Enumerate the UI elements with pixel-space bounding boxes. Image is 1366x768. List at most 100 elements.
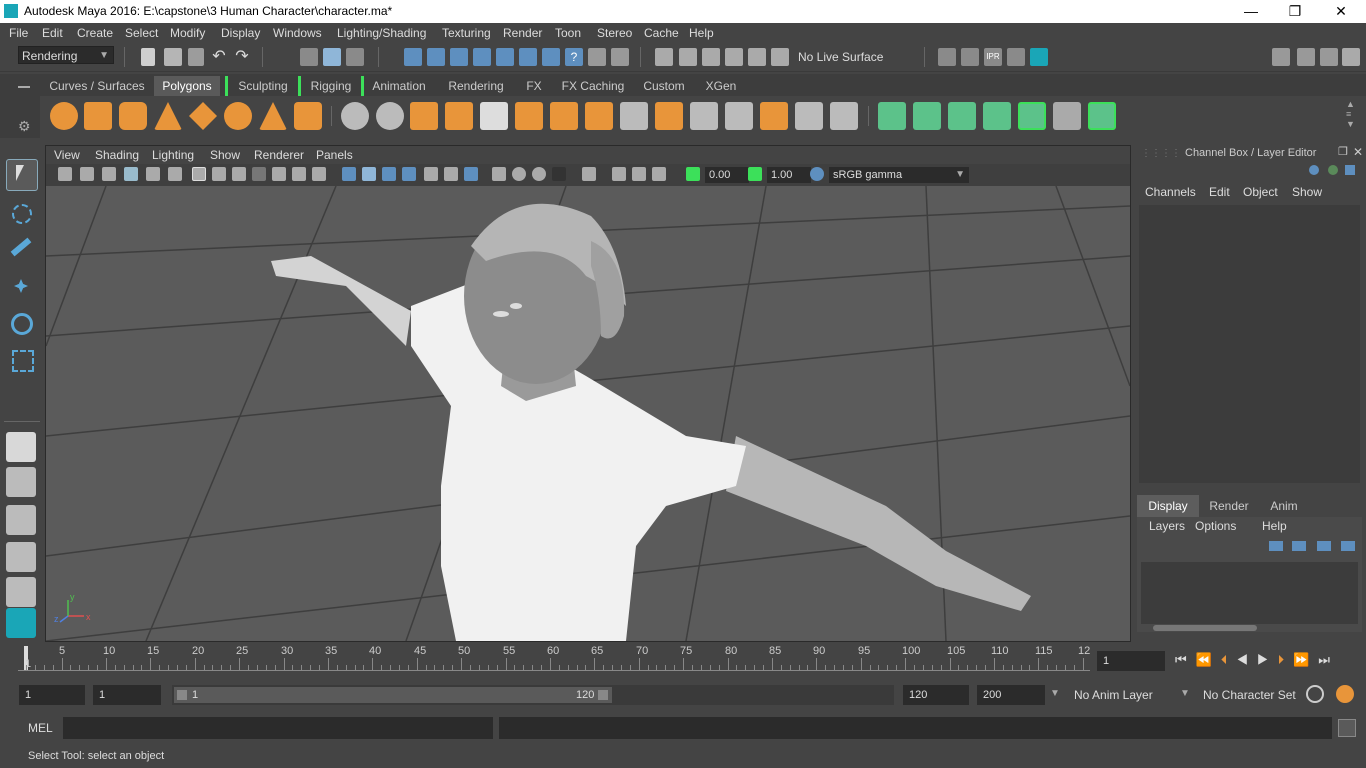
use-all-lights-icon[interactable] <box>424 167 438 181</box>
channel-box-toggle-icon[interactable] <box>1342 48 1360 66</box>
animation-end-field[interactable]: 200 <box>977 685 1045 705</box>
film-gate-icon[interactable] <box>212 167 226 181</box>
step-back-frame-icon[interactable]: ⏴ <box>1221 652 1237 667</box>
camera-attributes-icon[interactable] <box>80 167 94 181</box>
poly-sphere-icon[interactable] <box>50 102 78 130</box>
channel-list[interactable] <box>1139 205 1360 483</box>
xray-joints-icon[interactable] <box>612 167 626 181</box>
panel-drag-handle-icon[interactable]: ⋮⋮⋮⋮ <box>1141 148 1181 159</box>
move-layer-down-icon[interactable] <box>1292 541 1306 551</box>
isolate-select-icon[interactable] <box>552 167 566 181</box>
snap-to-grid-icon[interactable] <box>404 48 422 66</box>
script-language-toggle[interactable]: MEL <box>28 721 53 735</box>
render-view-icon[interactable] <box>1007 48 1025 66</box>
menu-file[interactable]: File <box>9 26 28 40</box>
float-panel-icon[interactable]: ❐ <box>1338 145 1348 158</box>
play-forward-icon[interactable]: ▶ <box>1257 652 1278 667</box>
snap-grid-icon[interactable] <box>655 48 673 66</box>
paint-select-tool-icon[interactable] <box>6 234 36 264</box>
poly-cube-icon[interactable] <box>84 102 112 130</box>
gamma-field[interactable]: 1.00 <box>767 167 811 183</box>
menu-modify[interactable]: Modify <box>170 26 205 40</box>
attribute-editor-icon[interactable] <box>1328 165 1338 175</box>
insert-edge-loop-icon[interactable] <box>725 102 753 130</box>
options-menu[interactable]: Options <box>1195 519 1236 533</box>
make-live-icon[interactable] <box>496 48 514 66</box>
viewport-menu-show[interactable]: Show <box>210 148 240 162</box>
boolean-icon[interactable] <box>480 102 508 130</box>
gate-mask-icon[interactable] <box>252 167 266 181</box>
move-tool-icon[interactable] <box>6 271 36 301</box>
automatic-mapping-icon[interactable] <box>983 102 1011 130</box>
append-to-polygon-icon[interactable] <box>620 102 648 130</box>
extrude-icon[interactable] <box>550 102 578 130</box>
target-weld-icon[interactable] <box>760 102 788 130</box>
poly-pyramid-icon[interactable] <box>259 102 287 130</box>
menu-help[interactable]: Help <box>689 26 714 40</box>
menuset-dropdown[interactable]: Rendering ▼ <box>18 46 114 64</box>
checker-icon[interactable] <box>1053 102 1081 130</box>
tab-fx-caching[interactable]: FX Caching <box>556 76 630 96</box>
persp-outliner-icon[interactable] <box>6 505 36 535</box>
camera-select-icon[interactable] <box>58 167 72 181</box>
tool-settings-icon[interactable] <box>1320 48 1338 66</box>
go-to-end-icon[interactable]: ⏭ <box>1318 652 1339 667</box>
two-d-pan-zoom-icon[interactable] <box>146 167 160 181</box>
menu-icon[interactable] <box>18 86 30 88</box>
textured-icon[interactable] <box>402 167 416 181</box>
perspective-viewport[interactable]: View Shading Lighting Show Renderer Pane… <box>45 145 1131 642</box>
poly-torus-icon[interactable] <box>224 102 252 130</box>
edit-menu[interactable]: Edit <box>1209 185 1230 199</box>
wireframe-on-shaded-icon[interactable] <box>382 167 396 181</box>
playback-end-field[interactable]: 120 <box>903 685 969 705</box>
restore-button[interactable]: ❐ <box>1272 0 1318 23</box>
gear-icon[interactable]: ⚙ <box>18 118 31 135</box>
exposure-field[interactable]: 0.00 <box>705 167 749 183</box>
persp-graph-icon[interactable] <box>6 542 36 572</box>
step-forward-key-icon[interactable]: ⏩ <box>1293 652 1318 667</box>
help-menu[interactable]: Help <box>1262 519 1287 533</box>
tab-render[interactable]: Render <box>1199 495 1259 517</box>
tab-animation[interactable]: Animation <box>364 76 434 96</box>
tab-sculpting[interactable]: Sculpting <box>225 76 301 96</box>
poly-cylinder-icon[interactable] <box>119 102 147 130</box>
tab-display[interactable]: Display <box>1137 495 1199 517</box>
menu-toon[interactable]: Toon <box>555 26 581 40</box>
anim-layer-dropdown[interactable]: No Anim Layer <box>1068 685 1178 705</box>
snap-plane-icon[interactable] <box>725 48 743 66</box>
tab-rigging[interactable]: Rigging <box>298 76 364 96</box>
redo-icon[interactable]: ↷ <box>233 48 251 66</box>
new-scene-icon[interactable] <box>141 48 155 66</box>
menu-select[interactable]: Select <box>125 26 158 40</box>
color-management-icon[interactable] <box>810 167 824 181</box>
character-set-dropdown[interactable]: No Character Set <box>1197 685 1297 705</box>
close-button[interactable]: ✕ <box>1318 0 1364 23</box>
shelf-scroll-arrows-icon[interactable]: ▲ ≡ ▼ <box>1346 99 1355 129</box>
channel-box-icon[interactable] <box>1309 165 1319 175</box>
screen-space-ao-icon[interactable] <box>464 167 478 181</box>
gamma-icon[interactable] <box>748 167 762 181</box>
viewport-menu-shading[interactable]: Shading <box>95 148 139 162</box>
cylindrical-mapping-icon[interactable] <box>913 102 941 130</box>
range-end-handle[interactable] <box>598 690 608 700</box>
ipr-render-icon[interactable]: IPR <box>984 48 1002 66</box>
range-slider-bar[interactable]: 1 120 <box>174 687 612 703</box>
extract-icon[interactable] <box>410 102 438 130</box>
menu-create[interactable]: Create <box>77 26 113 40</box>
four-view-icon[interactable] <box>6 467 36 497</box>
xray-components-icon[interactable] <box>632 167 646 181</box>
smooth-icon[interactable] <box>445 102 473 130</box>
menu-cache[interactable]: Cache <box>644 26 679 40</box>
smooth-shade-icon[interactable] <box>362 167 376 181</box>
auto-key-icon[interactable] <box>1306 685 1324 703</box>
undo-icon[interactable]: ↶ <box>210 48 228 66</box>
human-character-model[interactable] <box>271 203 1031 641</box>
maya-home-icon[interactable] <box>6 608 36 638</box>
lasso-tool-icon[interactable] <box>6 198 36 228</box>
snap-to-curve-icon[interactable] <box>427 48 445 66</box>
snap-to-point-icon[interactable] <box>450 48 468 66</box>
new-layer-icon[interactable] <box>1317 541 1331 551</box>
tool-settings-icon[interactable] <box>1345 165 1355 175</box>
menu-lighting-shading[interactable]: Lighting/Shading <box>337 26 426 40</box>
bridge-icon[interactable] <box>585 102 613 130</box>
